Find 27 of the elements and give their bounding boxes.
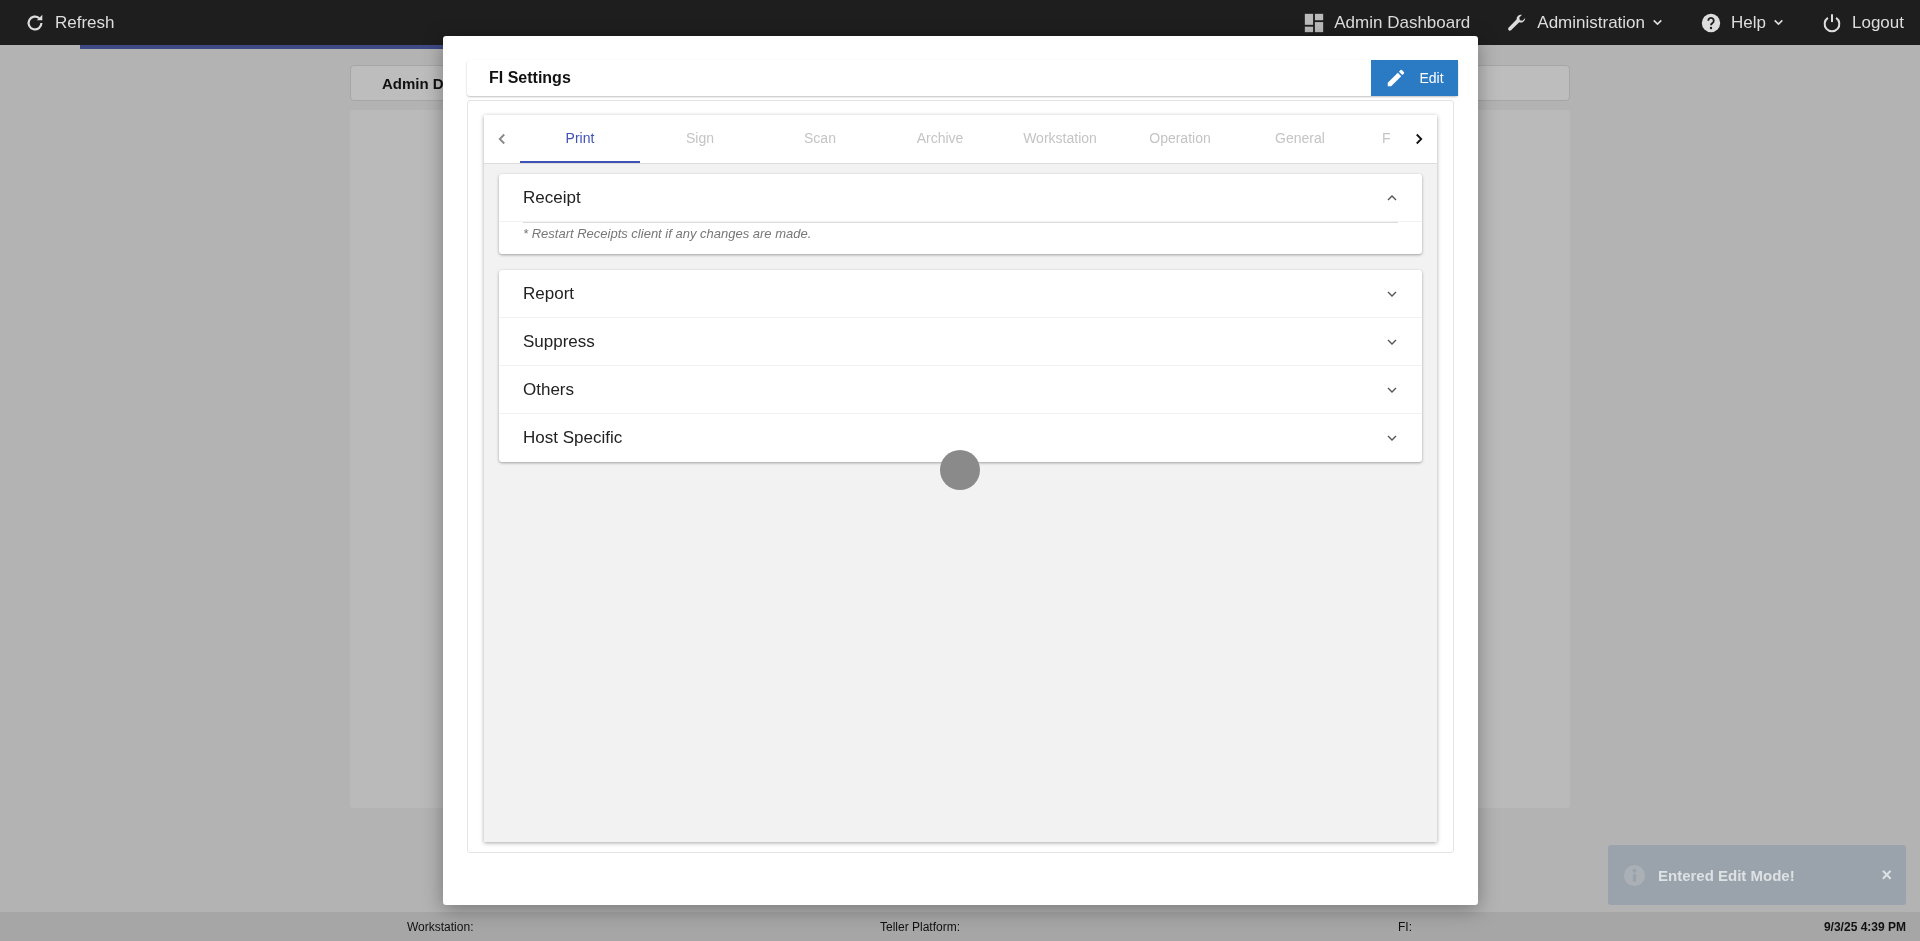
grid-icon xyxy=(1303,11,1326,34)
page-title: Admin D xyxy=(382,74,444,92)
teller-platform-label: Teller Platform: xyxy=(880,919,962,934)
status-time: 9/3/25 4:39 PM xyxy=(1823,919,1906,934)
accordion-header[interactable]: Report xyxy=(499,270,1422,318)
nav-link[interactable]: Administration xyxy=(1506,11,1665,34)
nav-link[interactable]: Logout xyxy=(1821,11,1904,34)
refresh-button[interactable]: Refresh xyxy=(24,11,115,34)
accordion-header[interactable]: Others xyxy=(499,366,1422,414)
section-title: Others xyxy=(523,379,575,400)
nav-link[interactable]: Admin Dashboard xyxy=(1303,11,1471,34)
dialog-title: FI Settings xyxy=(489,69,571,87)
toast-message: Entered Edit Mode! xyxy=(1658,866,1796,884)
power-icon xyxy=(1821,11,1843,34)
section-title: Host Specific xyxy=(523,428,623,448)
section-note: * Restart Receipts client if any changes are made. xyxy=(523,226,813,241)
section-title: Suppress xyxy=(523,331,595,352)
accordion-header[interactable]: Suppress xyxy=(499,318,1422,366)
section-title: Receipt xyxy=(523,187,581,208)
help-icon xyxy=(1700,11,1723,34)
workstation-label: Workstation: xyxy=(407,919,475,934)
edit-button[interactable]: Edit xyxy=(1371,60,1458,96)
nav-link[interactable]: Help xyxy=(1700,11,1785,34)
accordion-header[interactable]: Receipt xyxy=(499,174,1422,222)
section-title: Report xyxy=(523,283,575,304)
fi-label: FI: xyxy=(1398,919,1413,934)
tab[interactable]: Print xyxy=(520,115,640,163)
